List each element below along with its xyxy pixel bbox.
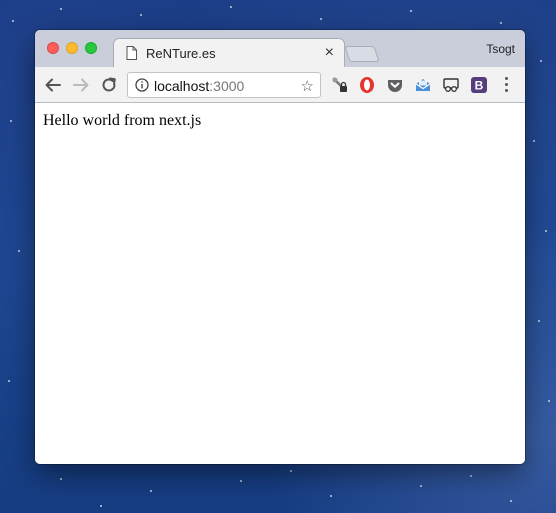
svg-text:B: B <box>475 79 484 93</box>
page-content: Hello world from next.js <box>35 103 525 464</box>
url-text[interactable]: localhost:3000 <box>154 78 244 94</box>
page-icon <box>126 46 137 65</box>
star <box>12 20 14 22</box>
pocket-icon[interactable] <box>386 76 404 94</box>
opera-o-icon[interactable] <box>358 76 376 94</box>
mail-icon[interactable] <box>414 76 432 94</box>
tab-strip: ReNTure.es × Tsogt <box>35 30 525 68</box>
new-tab-button[interactable] <box>344 46 380 62</box>
star <box>150 490 152 492</box>
star <box>500 22 502 24</box>
star <box>230 6 232 8</box>
back-arrow-icon[interactable] <box>44 76 62 94</box>
star <box>548 400 550 402</box>
star <box>330 495 332 497</box>
star <box>18 250 20 252</box>
toolbar: localhost:3000 ☆ B <box>35 67 525 103</box>
forward-arrow-icon[interactable] <box>72 76 90 94</box>
star <box>540 60 542 62</box>
star <box>420 485 422 487</box>
star <box>320 18 322 20</box>
star <box>140 14 142 16</box>
cast-glasses-icon[interactable] <box>442 76 460 94</box>
window-minimize-button[interactable] <box>66 42 78 54</box>
profile-name[interactable]: Tsogt <box>486 42 515 56</box>
star <box>510 500 512 502</box>
tab-active[interactable]: ReNTure.es × <box>113 38 345 68</box>
window-close-button[interactable] <box>47 42 59 54</box>
page-body-text: Hello world from next.js <box>43 112 202 129</box>
star <box>533 140 535 142</box>
star <box>545 230 547 232</box>
browser-window: ReNTure.es × Tsogt localhost:3000 ☆ B He… <box>35 30 525 464</box>
tab-close-icon[interactable]: × <box>325 44 334 62</box>
star <box>60 8 62 10</box>
star <box>410 10 412 12</box>
star <box>240 480 242 482</box>
address-bar[interactable]: localhost:3000 ☆ <box>127 72 321 98</box>
star <box>538 320 540 322</box>
url-port: :3000 <box>209 78 245 94</box>
window-maximize-button[interactable] <box>85 42 97 54</box>
tab-title: ReNTure.es <box>146 46 216 61</box>
star <box>60 478 62 480</box>
url-host: localhost <box>154 78 210 94</box>
star <box>290 470 292 472</box>
star <box>470 475 472 477</box>
info-icon[interactable] <box>135 78 149 97</box>
star <box>10 120 12 122</box>
bookmark-star-icon[interactable]: ☆ <box>301 77 314 95</box>
star <box>8 380 10 382</box>
reload-icon[interactable] <box>100 76 118 94</box>
more-menu-icon[interactable] <box>501 77 511 93</box>
key-lock-icon[interactable] <box>331 76 349 94</box>
star <box>100 505 102 507</box>
bootstrap-b-icon[interactable]: B <box>470 76 488 94</box>
